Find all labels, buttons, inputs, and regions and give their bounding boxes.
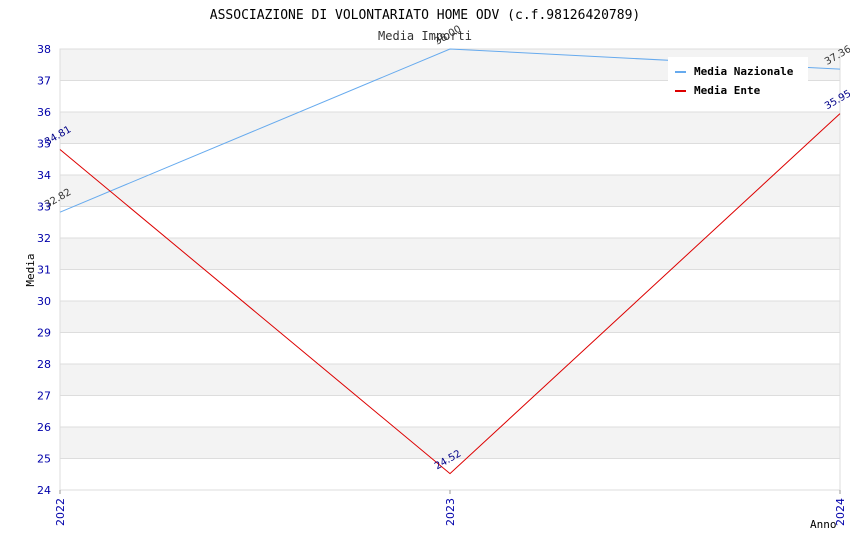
y-tick-label: 36	[37, 106, 51, 119]
grid-band	[60, 175, 840, 207]
legend: Media Nazionale Media Ente	[668, 57, 808, 101]
x-axis-label: Anno	[810, 518, 837, 531]
y-tick-label: 29	[37, 327, 51, 340]
grid-band	[60, 332, 840, 364]
legend-label: Media Nazionale	[694, 65, 794, 78]
grid-band	[60, 395, 840, 427]
grid-band	[60, 143, 840, 175]
y-tick-label: 34	[37, 169, 51, 182]
y-axis-label: Media	[24, 253, 37, 286]
y-tick-label: 30	[37, 295, 51, 308]
grid-band	[60, 364, 840, 396]
y-tick-label: 38	[37, 43, 51, 56]
legend-label: Media Ente	[694, 84, 761, 97]
y-tick-label: 28	[37, 358, 51, 371]
x-axis-ticks: 2022 2023 2024	[54, 490, 847, 526]
grid-band	[60, 301, 840, 333]
y-tick-label: 37	[37, 75, 51, 88]
y-tick-label: 24	[37, 484, 51, 497]
x-tick-label: 2022	[54, 498, 67, 526]
y-tick-label: 27	[37, 390, 51, 403]
y-tick-label: 32	[37, 232, 51, 245]
line-chart: ASSOCIAZIONE DI VOLONTARIATO HOME ODV (c…	[24, 8, 850, 531]
grid-band	[60, 269, 840, 301]
grid-band	[60, 112, 840, 144]
y-tick-label: 31	[37, 264, 51, 277]
x-tick-label: 2023	[444, 498, 457, 526]
y-tick-label: 25	[37, 453, 51, 466]
chart-title: ASSOCIAZIONE DI VOLONTARIATO HOME ODV (c…	[210, 8, 640, 23]
grid-band	[60, 238, 840, 270]
data-label: 38.00	[433, 24, 463, 48]
y-axis-ticks: 242526272829303132333435363738	[37, 43, 51, 497]
y-tick-label: 26	[37, 421, 51, 434]
